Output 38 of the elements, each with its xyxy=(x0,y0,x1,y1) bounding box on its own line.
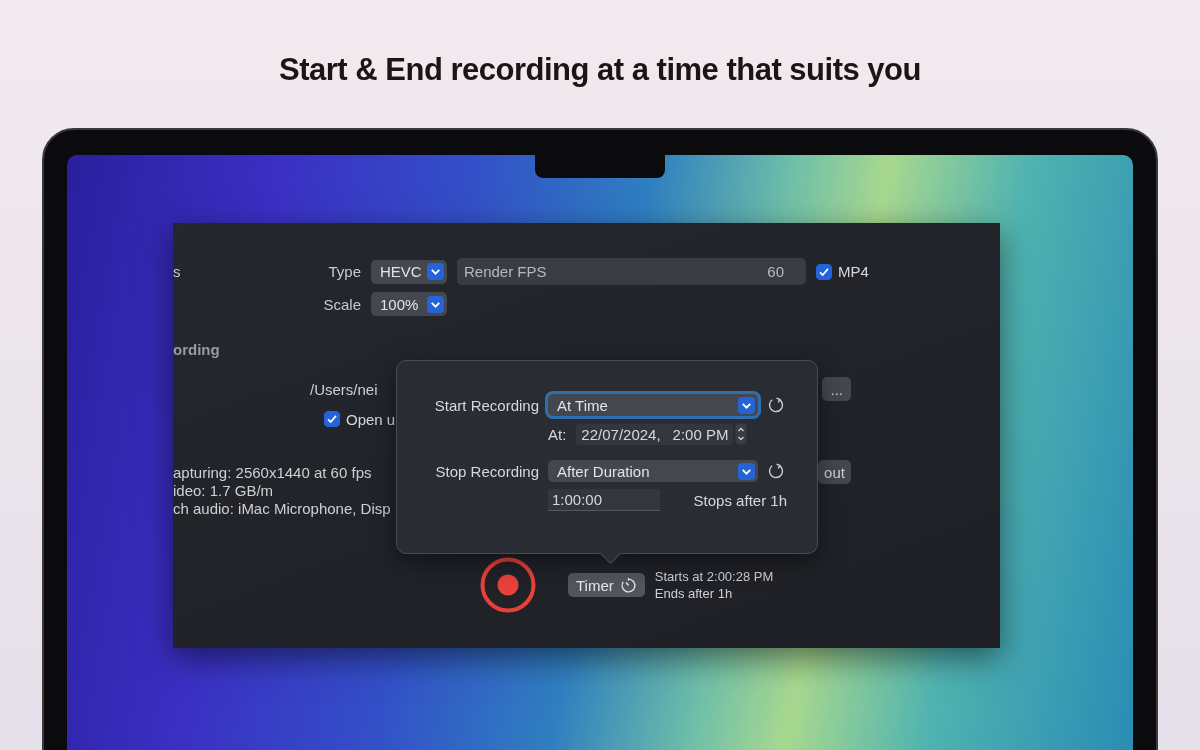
mp4-label: MP4 xyxy=(838,263,869,280)
info-text: ideo: 1.7 GB/m xyxy=(173,481,274,499)
timer-button[interactable]: Timer xyxy=(568,573,645,597)
mp4-checkbox[interactable] xyxy=(816,263,832,280)
choose-button[interactable]: ... xyxy=(822,377,851,401)
scale-select[interactable]: 100% xyxy=(371,292,447,316)
open-checkbox[interactable] xyxy=(324,411,340,427)
render-fps-field[interactable]: Render FPS 60 xyxy=(457,258,806,285)
stop-recording-label: Stop Recording xyxy=(434,462,539,480)
record-button[interactable] xyxy=(480,557,536,613)
timer-icon xyxy=(619,576,637,594)
duration-field[interactable]: 1:00:00 xyxy=(548,489,660,511)
start-recording-label: Start Recording xyxy=(433,396,539,414)
chevron-icon xyxy=(427,295,444,313)
stop-mode-select[interactable]: After Duration xyxy=(548,460,758,482)
timer-status-text: Starts at 2:00:28 PM xyxy=(654,568,774,585)
timer-status-text: Ends after 1h xyxy=(654,585,734,602)
chevron-icon xyxy=(738,396,755,414)
chevron-icon xyxy=(427,263,444,280)
stop-note: Stops after 1h xyxy=(693,491,787,509)
at-label: At: xyxy=(548,425,567,443)
headline: Start & End recording at a time that suits you xyxy=(279,52,921,88)
date-time-field[interactable]: 22/07/2024, 2:00 PM xyxy=(576,423,734,445)
chevron-icon xyxy=(738,462,755,480)
reset-icon[interactable] xyxy=(767,462,785,480)
start-mode-select[interactable]: At Time xyxy=(548,394,758,416)
section-heading: ording xyxy=(173,341,221,360)
section-label: s xyxy=(173,263,181,280)
layout-button[interactable]: out xyxy=(818,460,851,484)
info-text: apturing: 2560x1440 at 60 fps xyxy=(173,463,372,481)
type-select[interactable]: HEVC xyxy=(371,259,447,284)
open-label: Open u xyxy=(346,410,396,428)
info-text: ch audio: iMac Microphone, Disp xyxy=(173,499,391,517)
scale-label: Scale xyxy=(323,295,361,313)
type-label: Type xyxy=(328,263,361,280)
folder-path: /Users/nei xyxy=(310,380,378,398)
reset-icon[interactable] xyxy=(767,396,785,414)
stepper-icon[interactable] xyxy=(735,423,748,445)
